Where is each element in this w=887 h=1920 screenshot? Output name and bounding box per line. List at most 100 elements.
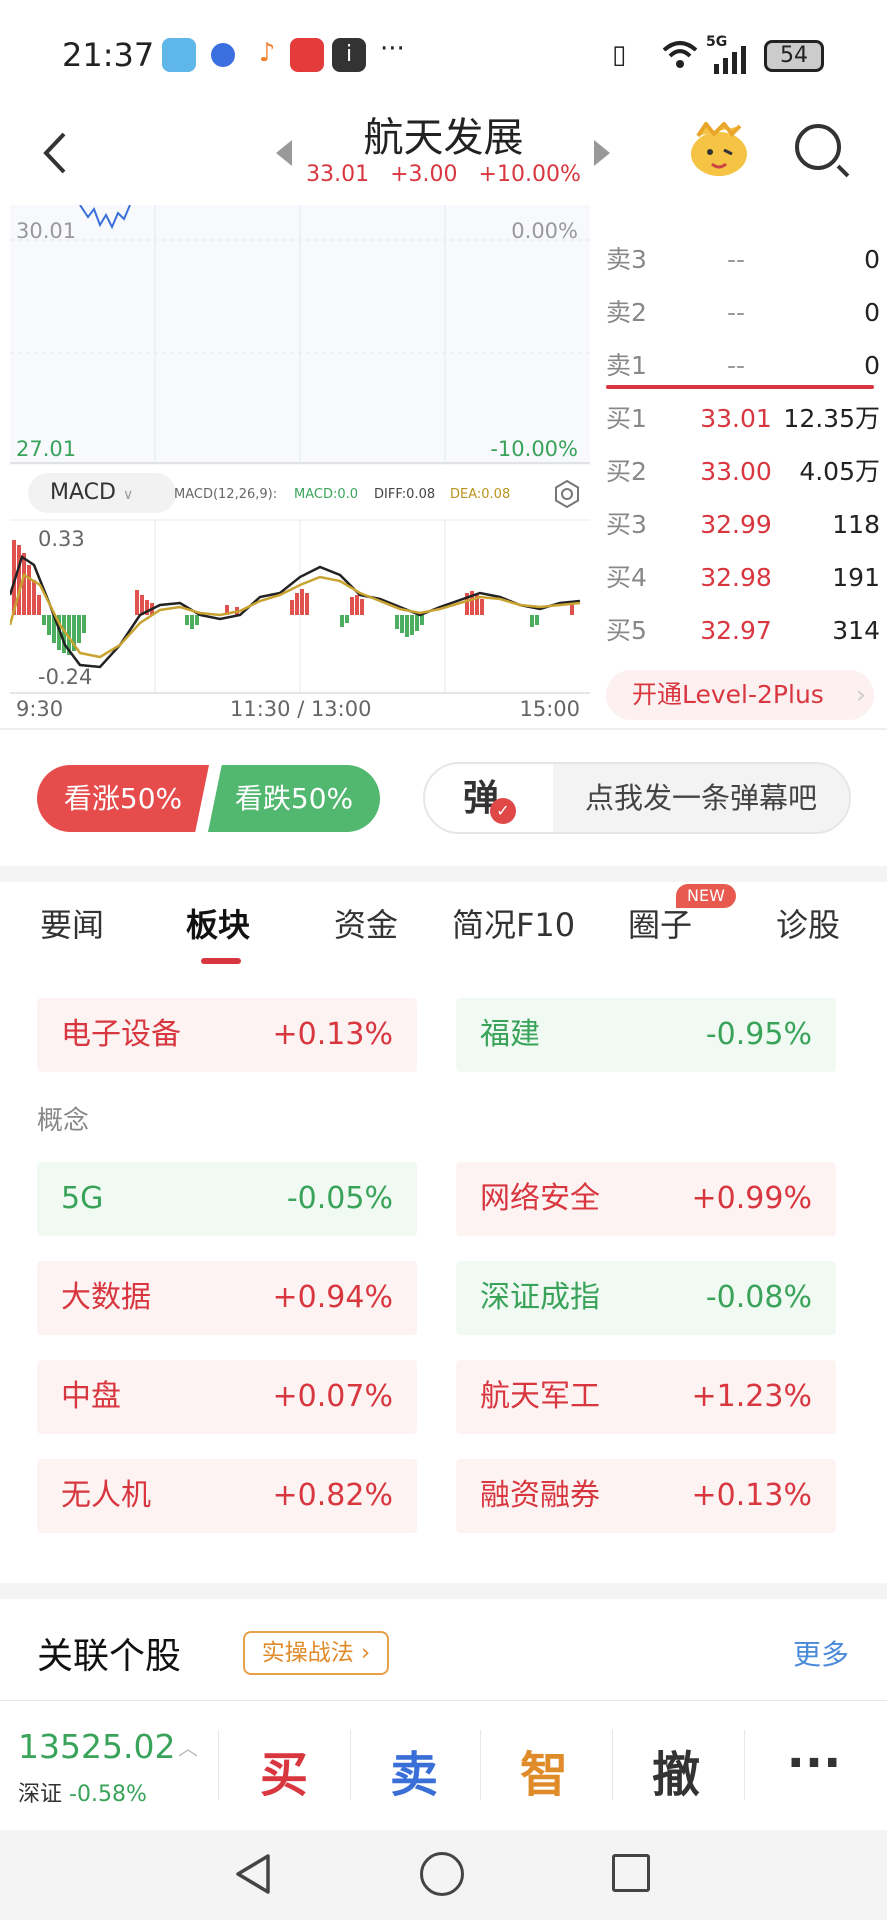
concept-card[interactable]: 深证成指 -0.08% bbox=[456, 1261, 836, 1335]
section-divider bbox=[0, 728, 887, 730]
nav-recents-icon[interactable] bbox=[612, 1854, 650, 1892]
chevron-up-icon[interactable]: ︿ bbox=[178, 1732, 198, 1761]
sell-row: 卖3 -- 0 bbox=[600, 235, 880, 285]
indicator-selector[interactable]: MACD ∨ bbox=[28, 473, 176, 513]
more-notifications-icon: ··· bbox=[380, 34, 405, 64]
buy-row: 买2 33.00 4.05万 bbox=[600, 447, 880, 497]
buy-volume: 314 bbox=[832, 616, 880, 645]
tab-funds[interactable]: 资金 bbox=[334, 900, 398, 946]
concept-change: +0.07% bbox=[272, 1379, 393, 1414]
concept-card[interactable]: 大数据 +0.94% bbox=[37, 1261, 417, 1335]
section-divider bbox=[0, 1583, 887, 1599]
sector-card[interactable]: 电子设备 +0.13% bbox=[37, 998, 417, 1072]
concept-card[interactable]: 融资融券 +0.13% bbox=[456, 1459, 836, 1533]
cancel-order-button[interactable]: 撤 bbox=[616, 1735, 736, 1805]
bullish-button[interactable]: 看涨50% bbox=[37, 765, 209, 832]
buy-volume: 4.05万 bbox=[799, 457, 880, 486]
check-icon: ✓ bbox=[490, 798, 516, 824]
concept-name: 5G bbox=[61, 1181, 104, 1216]
concept-card[interactable]: 航天军工 +1.23% bbox=[456, 1360, 836, 1434]
bearish-button[interactable]: 看跌50% bbox=[208, 765, 380, 832]
sell-price: -- bbox=[726, 245, 746, 274]
concept-change: -0.05% bbox=[286, 1181, 393, 1216]
level2-button[interactable]: 开通Level-2Plus › bbox=[606, 670, 874, 720]
macd-value: MACD:0.0 bbox=[294, 487, 359, 502]
buy-price: 32.99 bbox=[700, 510, 772, 539]
intraday-chart[interactable]: 30.01 0.00% 27.01 -10.00% MACD ∨ MACD(12… bbox=[10, 205, 590, 725]
buy-row: 买4 32.98 191 bbox=[600, 553, 880, 603]
buy-volume: 12.35万 bbox=[783, 404, 880, 433]
signal-icon bbox=[712, 46, 752, 78]
red-app-icon bbox=[290, 38, 324, 72]
concept-card[interactable]: 5G -0.05% bbox=[37, 1162, 417, 1236]
index-change: -0.58% bbox=[69, 1782, 147, 1807]
separator bbox=[480, 1730, 481, 1800]
section-divider bbox=[0, 866, 887, 882]
separator bbox=[744, 1730, 745, 1800]
concept-change: -0.08% bbox=[705, 1280, 812, 1315]
sector-name: 福建 bbox=[480, 1017, 540, 1052]
related-stocks-title: 关联个股 bbox=[37, 1636, 182, 1677]
more-link[interactable]: 更多 bbox=[793, 1633, 849, 1673]
index-info[interactable]: 深证 -0.58% bbox=[18, 1776, 147, 1808]
sector-name: 电子设备 bbox=[61, 1017, 181, 1052]
buy-label: 买2 bbox=[606, 457, 647, 486]
sell-button[interactable]: 卖 bbox=[354, 1735, 474, 1805]
mascot-icon[interactable] bbox=[688, 120, 750, 178]
sector-change: -0.95% bbox=[705, 1017, 812, 1052]
smart-button[interactable]: 智 bbox=[484, 1735, 604, 1805]
next-stock-icon[interactable] bbox=[594, 140, 610, 166]
buy-label: 买4 bbox=[606, 563, 647, 592]
stock-price: 33.01 bbox=[306, 162, 370, 187]
concept-name: 航天军工 bbox=[480, 1379, 600, 1414]
sell-label: 卖2 bbox=[606, 298, 647, 327]
browser-app-icon bbox=[206, 38, 240, 72]
pct-high-label: 0.00% bbox=[511, 219, 578, 243]
tab-diagnosis[interactable]: 诊股 bbox=[776, 900, 840, 946]
vibrate-icon: ▯ bbox=[612, 40, 627, 70]
strategy-tag[interactable]: 实操战法 › bbox=[243, 1631, 389, 1675]
buy-volume: 118 bbox=[832, 510, 880, 539]
concept-card[interactable]: 网络安全 +0.99% bbox=[456, 1162, 836, 1236]
time-end-label: 15:00 bbox=[519, 697, 580, 721]
music-app-icon: ♪ bbox=[250, 38, 284, 72]
tab-f10[interactable]: 简况F10 bbox=[452, 900, 575, 946]
concept-name: 中盘 bbox=[61, 1379, 121, 1414]
sector-card[interactable]: 福建 -0.95% bbox=[456, 998, 836, 1072]
nav-home-icon[interactable] bbox=[420, 1852, 464, 1896]
concept-change: +1.23% bbox=[691, 1379, 812, 1414]
settings-icon[interactable] bbox=[552, 479, 582, 513]
separator bbox=[350, 1730, 351, 1800]
level2-label: 开通Level-2Plus bbox=[632, 680, 824, 709]
sell-volume: 0 bbox=[864, 245, 880, 274]
order-book[interactable]: 卖3 -- 0 卖2 -- 0 卖1 -- 0 买1 33.01 12.35万 … bbox=[600, 205, 887, 725]
buy-row: 买5 32.97 314 bbox=[600, 606, 880, 656]
tab-news[interactable]: 要闻 bbox=[40, 900, 104, 946]
active-tab-indicator bbox=[201, 958, 241, 964]
more-options-button[interactable]: ··· bbox=[754, 1735, 874, 1791]
battery-level: 54 bbox=[780, 43, 808, 68]
buy-button[interactable]: 买 bbox=[224, 1735, 344, 1805]
buy-row: 买3 32.99 118 bbox=[600, 500, 880, 550]
buy-label: 买3 bbox=[606, 510, 647, 539]
concept-heading: 概念 bbox=[37, 1106, 90, 1136]
separator bbox=[218, 1730, 219, 1800]
system-nav-bar bbox=[0, 1830, 887, 1920]
buy-price: 32.98 bbox=[700, 563, 772, 592]
concept-card[interactable]: 中盘 +0.07% bbox=[37, 1360, 417, 1434]
concept-change: +0.99% bbox=[691, 1181, 812, 1216]
tab-sectors[interactable]: 板块 bbox=[186, 900, 250, 946]
danmu-input[interactable]: 点我发一条弹幕吧 bbox=[553, 764, 849, 832]
buy-price: 33.00 bbox=[700, 457, 772, 486]
macd-bottom-label: -0.24 bbox=[38, 665, 93, 689]
dea-value: DEA:0.08 bbox=[450, 487, 511, 502]
pct-low-label: -10.00% bbox=[490, 437, 578, 461]
concept-name: 深证成指 bbox=[480, 1280, 600, 1315]
buy-volume: 191 bbox=[832, 563, 880, 592]
concept-card[interactable]: 无人机 +0.82% bbox=[37, 1459, 417, 1533]
nav-back-icon[interactable] bbox=[232, 1852, 276, 1900]
stock-quote: 33.01 +3.00 +10.00% bbox=[0, 162, 887, 187]
search-icon[interactable] bbox=[795, 124, 841, 170]
buy-label: 买5 bbox=[606, 616, 647, 645]
index-value[interactable]: 13525.02 bbox=[18, 1727, 175, 1766]
